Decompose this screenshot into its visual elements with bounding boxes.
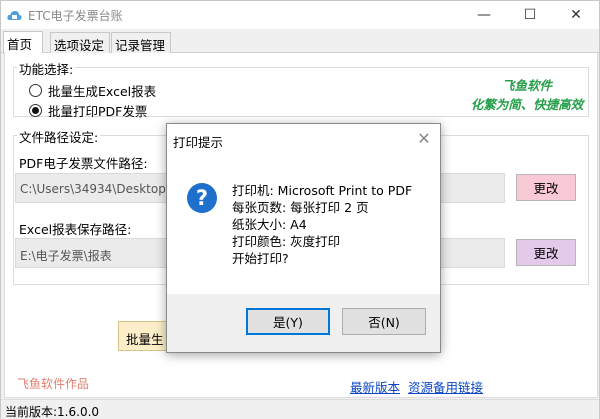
window-title: ETC电子发票台账 — [28, 9, 123, 23]
app-window: ETC电子发票台账 — ☐ ✕ 首页 选项设定 记录管理 功能选择: 批量生成E… — [0, 0, 600, 419]
dialog-line-color: 打印颜色: 灰度打印 — [232, 234, 341, 249]
radio-print-pdf[interactable]: 批量打印PDF发票 — [29, 101, 147, 120]
footer-brand: 飞鱼软件作品 — [17, 377, 90, 391]
tab-records-label: 记录管理 — [115, 38, 166, 53]
title-bar: ETC电子发票台账 — ☐ ✕ — [1, 1, 599, 29]
tab-options-label: 选项设定 — [54, 38, 105, 53]
close-button[interactable]: ✕ — [553, 1, 599, 29]
dialog-no-button[interactable]: 否(N) — [342, 308, 426, 335]
mirror-link[interactable]: 资源备用链接 — [408, 377, 483, 396]
dialog-yes-button[interactable]: 是(Y) — [246, 308, 330, 335]
dialog-line-confirm: 开始打印? — [232, 251, 289, 266]
radio-print-pdf-indicator[interactable] — [29, 104, 42, 117]
tab-home[interactable]: 首页 — [3, 31, 43, 54]
dialog-message: 打印机: Microsoft Print to PDF 每张页数: 每张打印 2… — [232, 182, 412, 267]
excel-path-label: Excel报表保存路径: — [19, 222, 132, 237]
minimize-button[interactable]: — — [461, 1, 507, 29]
tab-records[interactable]: 记录管理 — [111, 32, 171, 53]
pdf-path-label: PDF电子发票文件路径: — [19, 156, 148, 171]
dialog-line-pages: 每张页数: 每张打印 2 页 — [232, 200, 369, 215]
tab-strip: 首页 选项设定 记录管理 — [1, 31, 599, 54]
dialog-line-printer: 打印机: Microsoft Print to PDF — [232, 183, 413, 198]
tab-home-label: 首页 — [7, 37, 33, 52]
dialog-line-paper: 纸张大小: A4 — [232, 217, 307, 232]
tab-options[interactable]: 选项设定 — [50, 32, 110, 53]
print-dialog: 打印提示 ✕ ? 打印机: Microsoft Print to PDF 每张页… — [166, 123, 441, 353]
version-status: 当前版本:1.6.0.0 — [5, 405, 100, 419]
excel-path-change-button[interactable]: 更改 — [516, 239, 576, 266]
maximize-button[interactable]: ☐ — [507, 1, 553, 29]
brand-name: 飞鱼软件 — [501, 78, 552, 93]
pdf-path-change-button[interactable]: 更改 — [516, 174, 576, 201]
dialog-close-icon: ✕ — [417, 128, 431, 148]
radio-excel-label: 批量生成Excel报表 — [48, 84, 157, 99]
dialog-close-button[interactable]: ✕ — [414, 128, 434, 148]
cloud-app-icon — [7, 11, 22, 20]
latest-version-link[interactable]: 最新版本 — [350, 377, 400, 396]
minimize-icon: — — [477, 7, 491, 23]
radio-excel-report[interactable]: 批量生成Excel报表 — [29, 81, 156, 100]
maximize-icon: ☐ — [523, 7, 537, 23]
question-icon: ? — [187, 183, 217, 213]
brand-tagline: 化繁为简、快捷高效 — [470, 97, 584, 112]
function-group-label: 功能选择: — [17, 59, 76, 78]
path-group-label: 文件路径设定: — [17, 127, 101, 146]
dialog-title: 打印提示 — [173, 135, 224, 150]
brand-slogan: 飞鱼软件 化繁为简、快捷高效 — [467, 75, 587, 113]
dialog-footer: 是(Y) 否(N) — [167, 294, 440, 352]
radio-print-pdf-label: 批量打印PDF发票 — [48, 104, 148, 119]
status-bar: 当前版本:1.6.0.0 — [1, 399, 599, 419]
close-icon: ✕ — [570, 7, 582, 23]
dialog-body: ? 打印机: Microsoft Print to PDF 每张页数: 每张打印… — [167, 156, 440, 294]
radio-excel-indicator[interactable] — [29, 84, 42, 97]
